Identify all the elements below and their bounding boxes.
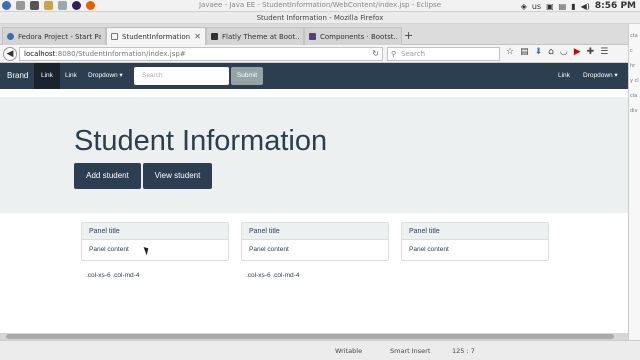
browser-search-input[interactable]: ⚲ Search [387, 47, 500, 61]
bootswatch-icon [211, 33, 218, 40]
tab-bar: Fedora Project - Start Page StudentInfor… [0, 24, 628, 45]
battery-icon[interactable]: ▮ [571, 2, 575, 11]
url-bar[interactable]: localhost:8080/StudentInformation/index.… [19, 47, 383, 61]
network-status-icon[interactable]: ▣ [546, 2, 554, 11]
extension-icon[interactable]: ✚ [587, 47, 595, 57]
tab-label: Components · Bootst... [320, 32, 397, 41]
tab-label: Fedora Project - Start Page [18, 32, 101, 41]
navbar-submit-button[interactable]: Submit [231, 67, 263, 85]
tab-label: StudentInformation [122, 32, 191, 41]
close-icon[interactable]: ✕ [194, 32, 201, 41]
search-placeholder: Search [401, 50, 426, 58]
site-navbar: Brand Link Link Dropdown ▾ Search Submit… [0, 63, 628, 89]
status-writable: Writable [335, 347, 363, 355]
navbar-dropdown[interactable]: Dropdown ▾ [81, 63, 130, 89]
pocket-icon[interactable]: ◡ [560, 47, 568, 57]
tab-flatly-theme[interactable]: Flatly Theme at Boot... [206, 27, 304, 45]
tab-student-information[interactable]: StudentInformation ✕ [106, 27, 206, 45]
editor-fragment: cta [630, 33, 638, 39]
navbar-link-active[interactable]: Link [34, 63, 60, 89]
menu-icon[interactable]: ☰ [600, 47, 608, 57]
network-icon[interactable]: ◈ [521, 2, 527, 11]
panel-content: Panel content [89, 246, 129, 253]
editor-fragment: cla [630, 93, 638, 99]
fedora-icon [7, 33, 14, 40]
clock[interactable]: 8:56 PM [595, 1, 636, 11]
search-icon: ⚲ [391, 50, 397, 58]
tab-label: Flatly Theme at Boot... [222, 32, 299, 41]
status-cursor-position: 125 : 7 [452, 347, 475, 355]
jumbotron: Student Information Add student View stu… [0, 97, 628, 213]
tab-bootstrap-components[interactable]: Components · Bootst... [304, 27, 402, 45]
editor-fragment: hr [630, 63, 636, 69]
reload-icon[interactable]: ↻ [372, 48, 379, 60]
panel-content: Panel content [249, 246, 289, 253]
new-tab-button[interactable]: + [404, 29, 413, 42]
bookmark-star-icon[interactable]: ☆ [506, 47, 514, 57]
navbar-link-right[interactable]: Link [551, 63, 577, 89]
horizontal-scrollbar[interactable] [0, 333, 628, 340]
firefox-window-title: Student Information - Mozilla Firefox [0, 12, 640, 24]
panel-1: Panel title Panel content [81, 222, 229, 261]
add-student-button[interactable]: Add student [74, 163, 141, 189]
view-student-button[interactable]: View student [143, 163, 212, 189]
panel-2: Panel title Panel content [241, 222, 389, 261]
status-insert-mode: Smart Insert [390, 347, 431, 355]
page-title: Student Information [74, 125, 328, 157]
page-viewport: Brand Link Link Dropdown ▾ Search Submit… [0, 63, 628, 333]
panel-title: Panel title [82, 223, 228, 240]
system-top-bar: Javaee - Java EE - StudentInformation/We… [0, 0, 640, 12]
column-label: .col-xs-6 .col-md-4 [86, 272, 140, 279]
panel-3: Panel title Panel content [401, 222, 549, 261]
toolbar-icons: ☆ ▤ ⬇ ⌂ ◡ ▶ ✚ ☰ [506, 47, 608, 57]
system-tray: ◈ us ▣ ▤ ▮ ◀) 8:56 PM [521, 0, 636, 12]
eclipse-status-bar: Writable Smart Insert 125 : 7 [0, 340, 640, 360]
page-icon [111, 33, 118, 40]
scrollbar-thumb[interactable] [6, 334, 614, 339]
navbar-search-input[interactable]: Search [134, 67, 229, 85]
volume-icon[interactable]: ◀) [581, 2, 590, 11]
downloads-icon[interactable]: ⬇ [535, 47, 543, 57]
navbar-brand[interactable]: Brand [7, 63, 28, 89]
eclipse-editor-edge: cta c hr y cl cla div [628, 24, 640, 360]
panel-title: Panel title [242, 223, 388, 240]
youtube-icon[interactable]: ▶ [574, 47, 581, 57]
url-path: :8080/StudentInformation/index.jsp# [55, 50, 186, 58]
editor-fragment: div [630, 108, 638, 114]
bootstrap-icon [309, 33, 316, 40]
editor-fragment: c [630, 48, 633, 54]
editor-fragment: y cl [630, 78, 639, 84]
keyboard-layout[interactable]: us [532, 2, 541, 11]
tab-fedora[interactable]: Fedora Project - Start Page [2, 27, 106, 45]
reading-list-icon[interactable]: ▤ [520, 47, 529, 57]
home-icon[interactable]: ⌂ [548, 47, 554, 57]
panel-content: Panel content [409, 246, 449, 253]
panel-title: Panel title [402, 223, 548, 240]
url-host: localhost [24, 50, 56, 58]
column-label: .col-xs-6 .col-md-4 [246, 272, 300, 279]
navbar-dropdown-right[interactable]: Dropdown ▾ [576, 63, 625, 89]
navigation-toolbar: ◀ localhost:8080/StudentInformation/inde… [0, 45, 628, 63]
clipboard-icon[interactable]: ▤ [559, 2, 567, 11]
back-button[interactable]: ◀ [3, 47, 17, 61]
